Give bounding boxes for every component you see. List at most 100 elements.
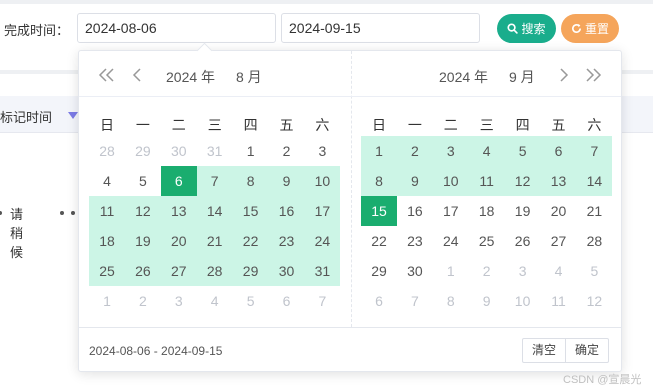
day-cell[interactable]: 7 [576, 136, 613, 166]
selected-day-cell[interactable]: 15 [361, 196, 397, 226]
day-cell[interactable]: 3 [161, 286, 197, 316]
day-cell[interactable]: 27 [541, 226, 577, 256]
weekday-header: 一 [135, 117, 150, 133]
day-cell[interactable]: 19 [505, 196, 541, 226]
day-cell[interactable]: 14 [576, 166, 613, 196]
clear-button[interactable]: 清空 [522, 338, 567, 363]
day-cell[interactable]: 31 [197, 136, 233, 166]
day-cell[interactable]: 2 [269, 136, 305, 166]
day-cell[interactable]: 5 [233, 286, 269, 316]
day-cell[interactable]: 7 [397, 286, 433, 316]
day-cell[interactable]: 24 [433, 226, 469, 256]
day-cell[interactable]: 29 [125, 136, 161, 166]
next-year-icon[interactable] [581, 64, 605, 86]
day-cell[interactable]: 22 [361, 226, 397, 256]
day-cell[interactable]: 15 [232, 196, 269, 226]
day-cell[interactable]: 2 [469, 256, 505, 286]
day-cell[interactable]: 2 [396, 136, 433, 166]
day-cell[interactable]: 31 [304, 256, 341, 286]
confirm-button[interactable]: 确定 [566, 338, 610, 363]
day-cell[interactable]: 21 [576, 196, 612, 226]
day-cell[interactable]: 26 [124, 256, 161, 286]
day-cell[interactable]: 20 [541, 196, 577, 226]
day-cell[interactable]: 20 [160, 226, 197, 256]
day-cell[interactable]: 4 [197, 286, 233, 316]
day-cell[interactable]: 7 [304, 286, 340, 316]
day-cell[interactable]: 3 [432, 136, 469, 166]
prev-month-icon[interactable] [126, 64, 150, 86]
day-cell[interactable]: 1 [89, 286, 125, 316]
day-cell[interactable]: 12 [576, 286, 612, 316]
start-date-input[interactable]: 2024-08-06 [77, 13, 276, 43]
day-cell[interactable]: 29 [232, 256, 269, 286]
day-cell[interactable]: 25 [89, 256, 125, 286]
day-cell[interactable]: 7 [196, 166, 233, 196]
reset-button[interactable]: 重置 [561, 14, 619, 43]
day-cell[interactable]: 5 [125, 166, 161, 196]
day-cell[interactable]: 4 [89, 166, 125, 196]
day-cell[interactable]: 11 [541, 286, 577, 316]
day-cell[interactable]: 9 [396, 166, 433, 196]
day-cell[interactable]: 29 [361, 256, 397, 286]
day-cell[interactable]: 12 [504, 166, 541, 196]
day-cell[interactable]: 25 [469, 226, 505, 256]
day-cell[interactable]: 2 [125, 286, 161, 316]
day-cell[interactable]: 27 [160, 256, 197, 286]
day-cell[interactable]: 23 [268, 226, 305, 256]
day-cell[interactable]: 1 [361, 136, 397, 166]
right-month-label: 9 月 [509, 69, 535, 85]
day-cell[interactable]: 16 [397, 196, 433, 226]
day-cell[interactable]: 5 [576, 256, 612, 286]
next-month-icon[interactable] [551, 64, 575, 86]
day-cell[interactable]: 12 [124, 196, 161, 226]
day-cell[interactable]: 13 [160, 196, 197, 226]
day-cell[interactable]: 19 [124, 226, 161, 256]
day-cell[interactable]: 26 [505, 226, 541, 256]
day-cell[interactable]: 24 [304, 226, 341, 256]
day-cell[interactable]: 23 [397, 226, 433, 256]
day-cell[interactable]: 6 [361, 286, 397, 316]
day-cell[interactable]: 14 [196, 196, 233, 226]
day-cell[interactable]: 6 [540, 136, 577, 166]
sort-down-icon[interactable] [68, 112, 78, 119]
day-cell[interactable]: 4 [541, 256, 577, 286]
day-cell[interactable]: 3 [505, 256, 541, 286]
day-cell[interactable]: 18 [469, 196, 505, 226]
day-cell[interactable]: 28 [89, 136, 125, 166]
day-cell[interactable]: 28 [576, 226, 612, 256]
search-button[interactable]: 搜索 [497, 14, 556, 43]
day-cell[interactable]: 1 [233, 136, 269, 166]
day-cell[interactable]: 10 [432, 166, 469, 196]
day-cell[interactable]: 21 [196, 226, 233, 256]
day-cell[interactable]: 11 [89, 196, 125, 226]
end-date-input[interactable]: 2024-09-15 [281, 13, 480, 43]
day-cell[interactable]: 8 [361, 166, 397, 196]
day-cell[interactable]: 3 [304, 136, 340, 166]
day-cell[interactable]: 30 [268, 256, 305, 286]
day-cell[interactable]: 30 [397, 256, 433, 286]
day-cell[interactable]: 17 [304, 196, 341, 226]
day-cell[interactable]: 9 [268, 166, 305, 196]
selected-day-cell[interactable]: 6 [160, 166, 197, 196]
day-cell[interactable]: 17 [433, 196, 469, 226]
day-cell[interactable]: 5 [504, 136, 541, 166]
day-cell[interactable]: 4 [468, 136, 505, 166]
day-cell[interactable]: 28 [196, 256, 233, 286]
day-cell[interactable]: 10 [505, 286, 541, 316]
day-cell[interactable]: 13 [540, 166, 577, 196]
day-cell[interactable]: 16 [268, 196, 305, 226]
day-cell[interactable]: 30 [161, 136, 197, 166]
weekday-header: 五 [551, 117, 566, 133]
day-cell[interactable]: 6 [269, 286, 305, 316]
weekday-header: 三 [207, 117, 222, 133]
day-cell[interactable]: 22 [232, 226, 269, 256]
day-cell[interactable]: 8 [433, 286, 469, 316]
day-cell[interactable]: 1 [433, 256, 469, 286]
day-cell[interactable]: 8 [232, 166, 269, 196]
day-cell[interactable]: 9 [469, 286, 505, 316]
date-range-picker: 2024 年 8 月 2024 年 9 月 日一二三四五六 28 29 30 31 1 2 3… [78, 42, 622, 372]
day-cell[interactable]: 18 [89, 226, 125, 256]
day-cell[interactable]: 11 [468, 166, 505, 196]
prev-year-icon[interactable] [95, 64, 119, 86]
day-cell[interactable]: 10 [304, 166, 341, 196]
